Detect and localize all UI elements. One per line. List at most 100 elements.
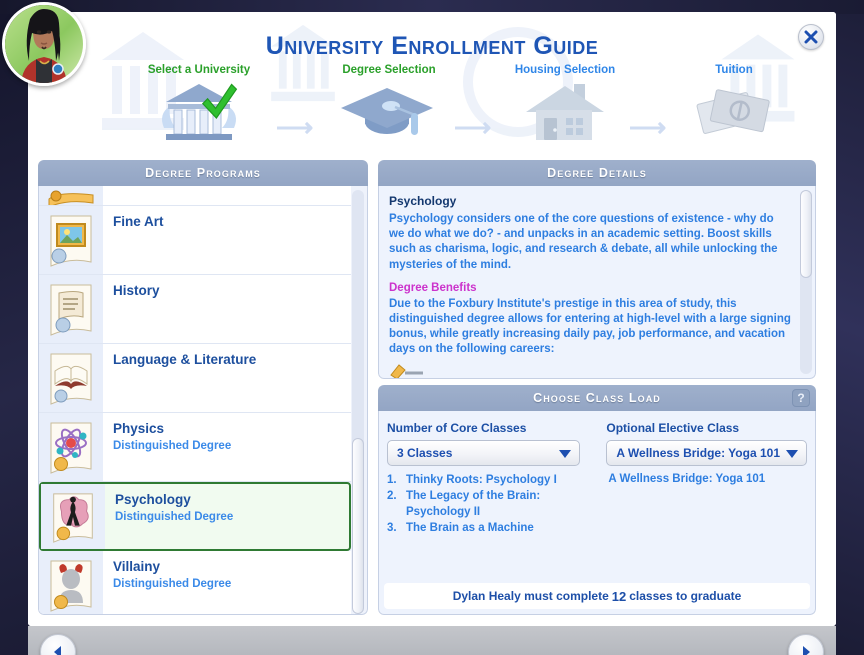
house-icon [490, 82, 640, 142]
next-arrow-icon [803, 646, 810, 655]
list-item-text: Fine Art [103, 206, 164, 274]
next-button[interactable] [788, 634, 824, 655]
degree-details-scrollbar-thumb[interactable] [800, 190, 812, 278]
elective-class-label: Optional Elective Class [606, 421, 740, 435]
step-arrow-icon-2: ⟶ [454, 112, 492, 142]
degree-description: Psychology considers one of the core que… [389, 213, 778, 271]
avatar[interactable] [2, 2, 86, 86]
list-item-title: Villainy [113, 559, 161, 574]
class-name: The Legacy of the Brain: Psychology II [406, 489, 541, 518]
core-classes-dropdown[interactable]: 3 Classes [387, 440, 581, 466]
step-label: Degree Selection [342, 64, 436, 76]
degree-programs-scrollport: Fine Art History Language & Literature P… [39, 186, 351, 614]
class-number: 1. [387, 474, 397, 486]
career-pencil-icon [390, 364, 423, 378]
list-item-psychology[interactable]: Psychology Distinguished Degree [39, 482, 351, 551]
list-item-subtitle: Distinguished Degree [115, 510, 234, 523]
list-item-title: Psychology [115, 492, 191, 507]
graduation-note-suffix: classes to graduate [629, 589, 742, 603]
open-book-scroll-icon [39, 344, 103, 412]
bottom-navigation-bar [28, 626, 836, 655]
degree-programs-scrollbar-thumb[interactable] [352, 438, 364, 614]
list-item-text: Psychology Distinguished Degree [105, 484, 233, 549]
career-icon-row [389, 361, 791, 378]
degree-benefits-title: Degree Benefits [389, 281, 477, 294]
step-arrow-icon-1: ⟶ [276, 112, 314, 142]
list-item-language-literature[interactable]: Language & Literature [39, 344, 351, 413]
list-item-fine-art[interactable]: Fine Art [39, 206, 351, 275]
class-name: The Brain as a Machine [406, 521, 534, 534]
core-classes-dropdown-value: 3 Classes [397, 446, 453, 460]
brain-scroll-icon [41, 484, 105, 549]
graduation-note-prefix: Dylan Healy must complete [452, 589, 609, 603]
core-classes-label: Number of Core Classes [387, 421, 527, 435]
list-item: 2. The Legacy of the Brain: Psychology I… [387, 489, 580, 521]
game-background-right [834, 0, 864, 655]
atom-scroll-icon [39, 413, 103, 481]
graduation-note: Dylan Healy must complete 12 classes to … [384, 583, 810, 609]
degree-benefits-text: Due to the Foxbury Institute's prestige … [389, 297, 791, 356]
game-background-left [0, 0, 30, 655]
list-item-subtitle: Distinguished Degree [113, 577, 232, 590]
enrollment-dialog: University Enrollment Guide Select a Uni… [28, 12, 836, 626]
step-housing-selection[interactable]: Housing Selection [490, 64, 640, 142]
list-item-villainy[interactable]: Villainy Distinguished Degree [39, 551, 351, 614]
history-scroll-icon [39, 275, 103, 343]
choose-class-load-body: Number of Core Classes 3 Classes 1. Thin… [378, 411, 816, 615]
elective-class-dropdown[interactable]: A Wellness Bridge: Yoga 101 [606, 440, 807, 466]
list-item[interactable] [39, 186, 351, 206]
degree-programs-scrollbar[interactable] [352, 190, 364, 614]
list-item: 3. The Brain as a Machine [387, 521, 580, 537]
list-item-title: Physics [113, 421, 165, 436]
choose-class-load-title: Choose Class Load [533, 391, 661, 405]
dialog-body: Degree Programs Fine Art History Languag… [28, 160, 836, 626]
list-item-text: Language & Literature [103, 344, 256, 412]
step-select-a-university[interactable]: Select a University [124, 64, 274, 142]
devil-scroll-icon [39, 551, 103, 614]
back-button[interactable] [40, 634, 76, 655]
step-tuition[interactable]: Tuition [659, 64, 809, 142]
dialog-header: University Enrollment Guide Select a Uni… [28, 12, 836, 160]
list-item-text: Villainy Distinguished Degree [103, 551, 231, 614]
money-bills-icon [659, 82, 809, 142]
choose-class-load-panel: Choose Class Load ? Number of Core Class… [378, 385, 816, 615]
step-label: Housing Selection [514, 64, 616, 76]
list-item: 1. Thinky Roots: Psychology I [387, 473, 580, 489]
core-classes-column: Number of Core Classes 3 Classes 1. Thin… [387, 421, 581, 536]
list-item-subtitle: Distinguished Degree [113, 439, 232, 452]
page-title: University Enrollment Guide [265, 32, 599, 60]
step-label: Select a University [147, 64, 251, 76]
list-item-title: Fine Art [113, 214, 164, 229]
degree-details-scrollbar[interactable] [800, 190, 812, 374]
chevron-down-icon [786, 450, 798, 458]
list-item-title: History [113, 283, 160, 298]
degree-programs-header: Degree Programs [38, 160, 368, 186]
university-building-icon [124, 82, 274, 142]
close-icon [804, 30, 818, 44]
list-item-title: Language & Literature [113, 352, 257, 367]
core-classes-list: 1. Thinky Roots: Psychology I 2. The Leg… [387, 473, 580, 536]
graduation-note-count: 12 [611, 588, 627, 604]
back-arrow-icon [54, 646, 61, 655]
elective-class-column: Optional Elective Class A Wellness Bridg… [606, 421, 807, 536]
degree-details-body: Psychology Psychology considers one of t… [378, 186, 816, 379]
game-screen: University Enrollment Guide Select a Uni… [0, 0, 864, 655]
step-degree-selection[interactable]: Degree Selection [314, 64, 464, 142]
step-label: Tuition [715, 64, 753, 76]
progress-steps: Select a University ⟶ Degree Selection ⟶… [124, 64, 770, 154]
degree-details-panel: Degree Details Psychology Psychology con… [378, 160, 816, 379]
degree-details-scrollport: Psychology Psychology considers one of t… [379, 186, 797, 378]
chevron-down-icon [559, 450, 572, 458]
list-item-physics[interactable]: Physics Distinguished Degree [39, 413, 351, 482]
list-item-history[interactable]: History [39, 275, 351, 344]
painting-scroll-icon [39, 206, 103, 274]
elective-class-dropdown-value: A Wellness Bridge: Yoga 101 [616, 446, 780, 460]
degree-title: Psychology [389, 194, 457, 208]
close-button[interactable] [798, 24, 824, 50]
class-number: 2. [387, 489, 397, 502]
degree-programs-panel: Degree Programs Fine Art History Languag… [38, 160, 368, 615]
graduation-cap-icon [314, 82, 464, 142]
sim-portrait-icon [5, 5, 83, 83]
help-button[interactable]: ? [792, 389, 810, 407]
list-item-text: Physics Distinguished Degree [103, 413, 231, 481]
